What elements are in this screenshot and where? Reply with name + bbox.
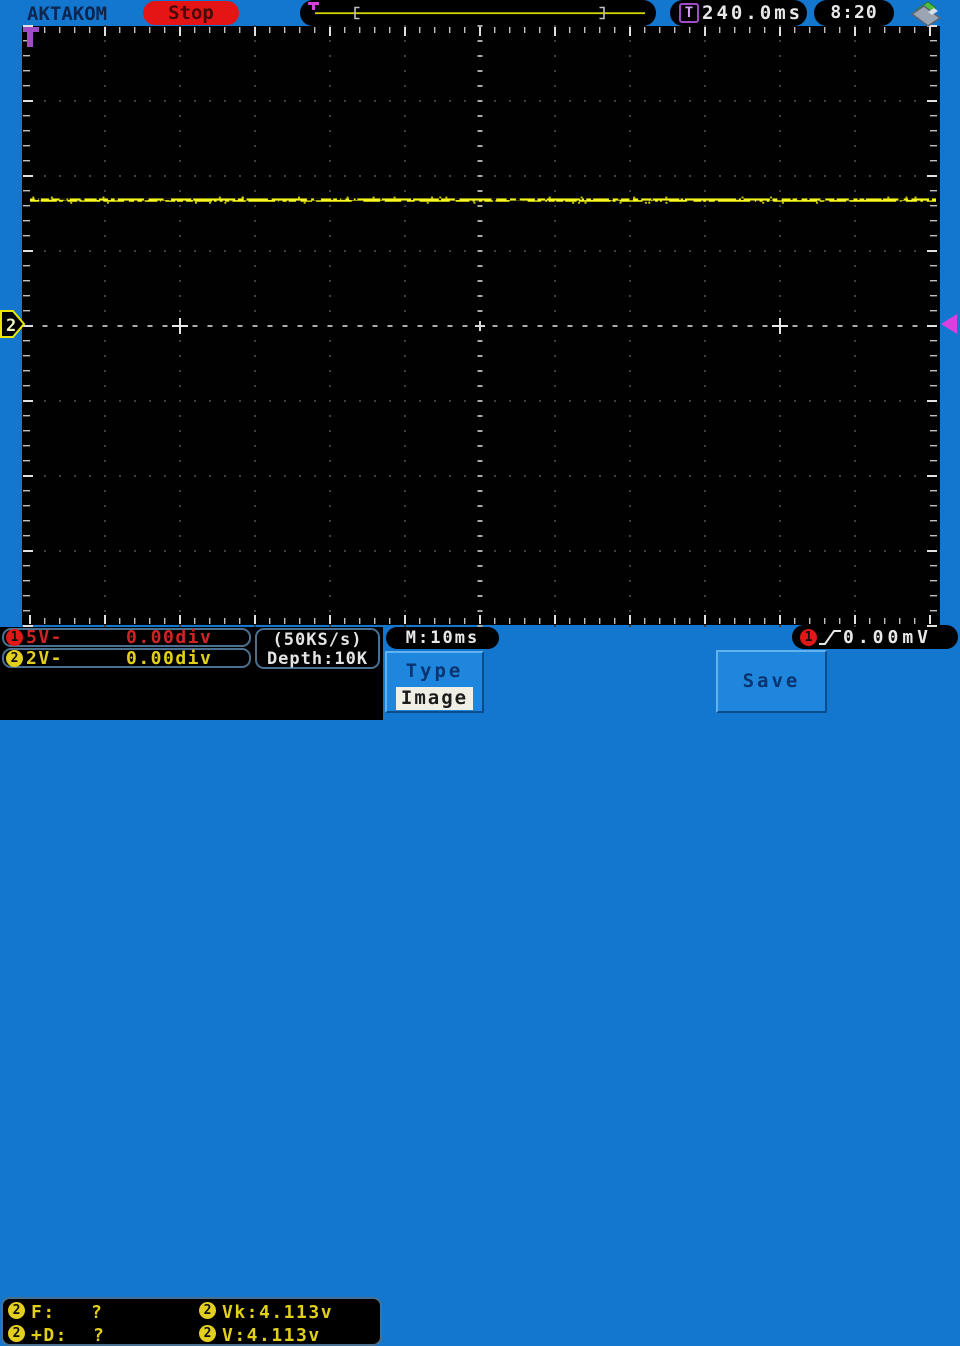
run-state-indicator: Stop (143, 1, 239, 25)
readout-dock: 1 5V- 0.00div 2 2V- 0.00div (50KS/s) Dep… (0, 627, 383, 1346)
ch2-position: 0.00div (126, 647, 213, 669)
sample-rate: (50KS/s) (272, 630, 363, 650)
record-position-bar (300, 0, 656, 26)
ch1-position: 0.00div (126, 627, 213, 648)
trigger-time-value: 240.0ms (702, 2, 804, 24)
timebase-readout: M:10ms (386, 627, 499, 649)
display-area (22, 26, 940, 625)
trigger-t-icon: T (679, 3, 699, 23)
meas-d-value: ? (93, 1325, 106, 1346)
trigger-level-marker (941, 314, 957, 334)
meas-v-readout: V:4.113v (222, 1325, 321, 1346)
type-button[interactable]: Type Image (385, 651, 484, 713)
type-value[interactable]: Image (395, 687, 474, 710)
acquisition-readout: (50KS/s) Depth:10K (255, 628, 380, 669)
type-label: Type (405, 660, 464, 682)
trigger-time-readout: T 240.0ms (670, 0, 807, 26)
top-bar: AKTAKOM Stop T 240.0ms 8:20 (0, 0, 960, 26)
meas-ch-badge: 2 (199, 1325, 216, 1342)
trigger-level-readout: 1 0.00mV (792, 625, 958, 649)
meas-d-label: +D: (31, 1325, 69, 1346)
meas-vk-readout: Vk:4.113v (222, 1302, 334, 1323)
rising-edge-icon (819, 630, 841, 645)
meas-ch-badge: 2 (8, 1302, 25, 1319)
ch1-readout: 1 5V- 0.00div (2, 627, 251, 648)
meas-ch-badge: 2 (8, 1325, 25, 1342)
save-button[interactable]: Save (716, 650, 827, 713)
ch2-scale: 2V- (26, 647, 64, 669)
meas-f-label: F: (31, 1302, 56, 1323)
ch1-badge: 1 (6, 629, 23, 646)
memory-depth: Depth:10K (266, 649, 369, 669)
ch2-badge: 2 (6, 649, 23, 667)
clock: 8:20 (814, 0, 894, 26)
trigger-source-badge: 1 (800, 628, 817, 646)
svg-text:2: 2 (6, 316, 16, 336)
meas-f-value: ? (91, 1302, 104, 1323)
measurements-readout: 2 F: ? 2 Vk:4.113v 2 +D: ? 2 V:4.113v (1, 1297, 382, 1346)
ch1-scale: 5V- (26, 627, 64, 648)
brand-logo: AKTAKOM (27, 3, 108, 25)
ch2-readout: 2 2V- 0.00div (2, 647, 251, 669)
trigger-level-value: 0.00mV (843, 626, 933, 648)
channel2-marker: 2 (0, 310, 26, 338)
meas-ch-badge: 2 (199, 1302, 216, 1319)
